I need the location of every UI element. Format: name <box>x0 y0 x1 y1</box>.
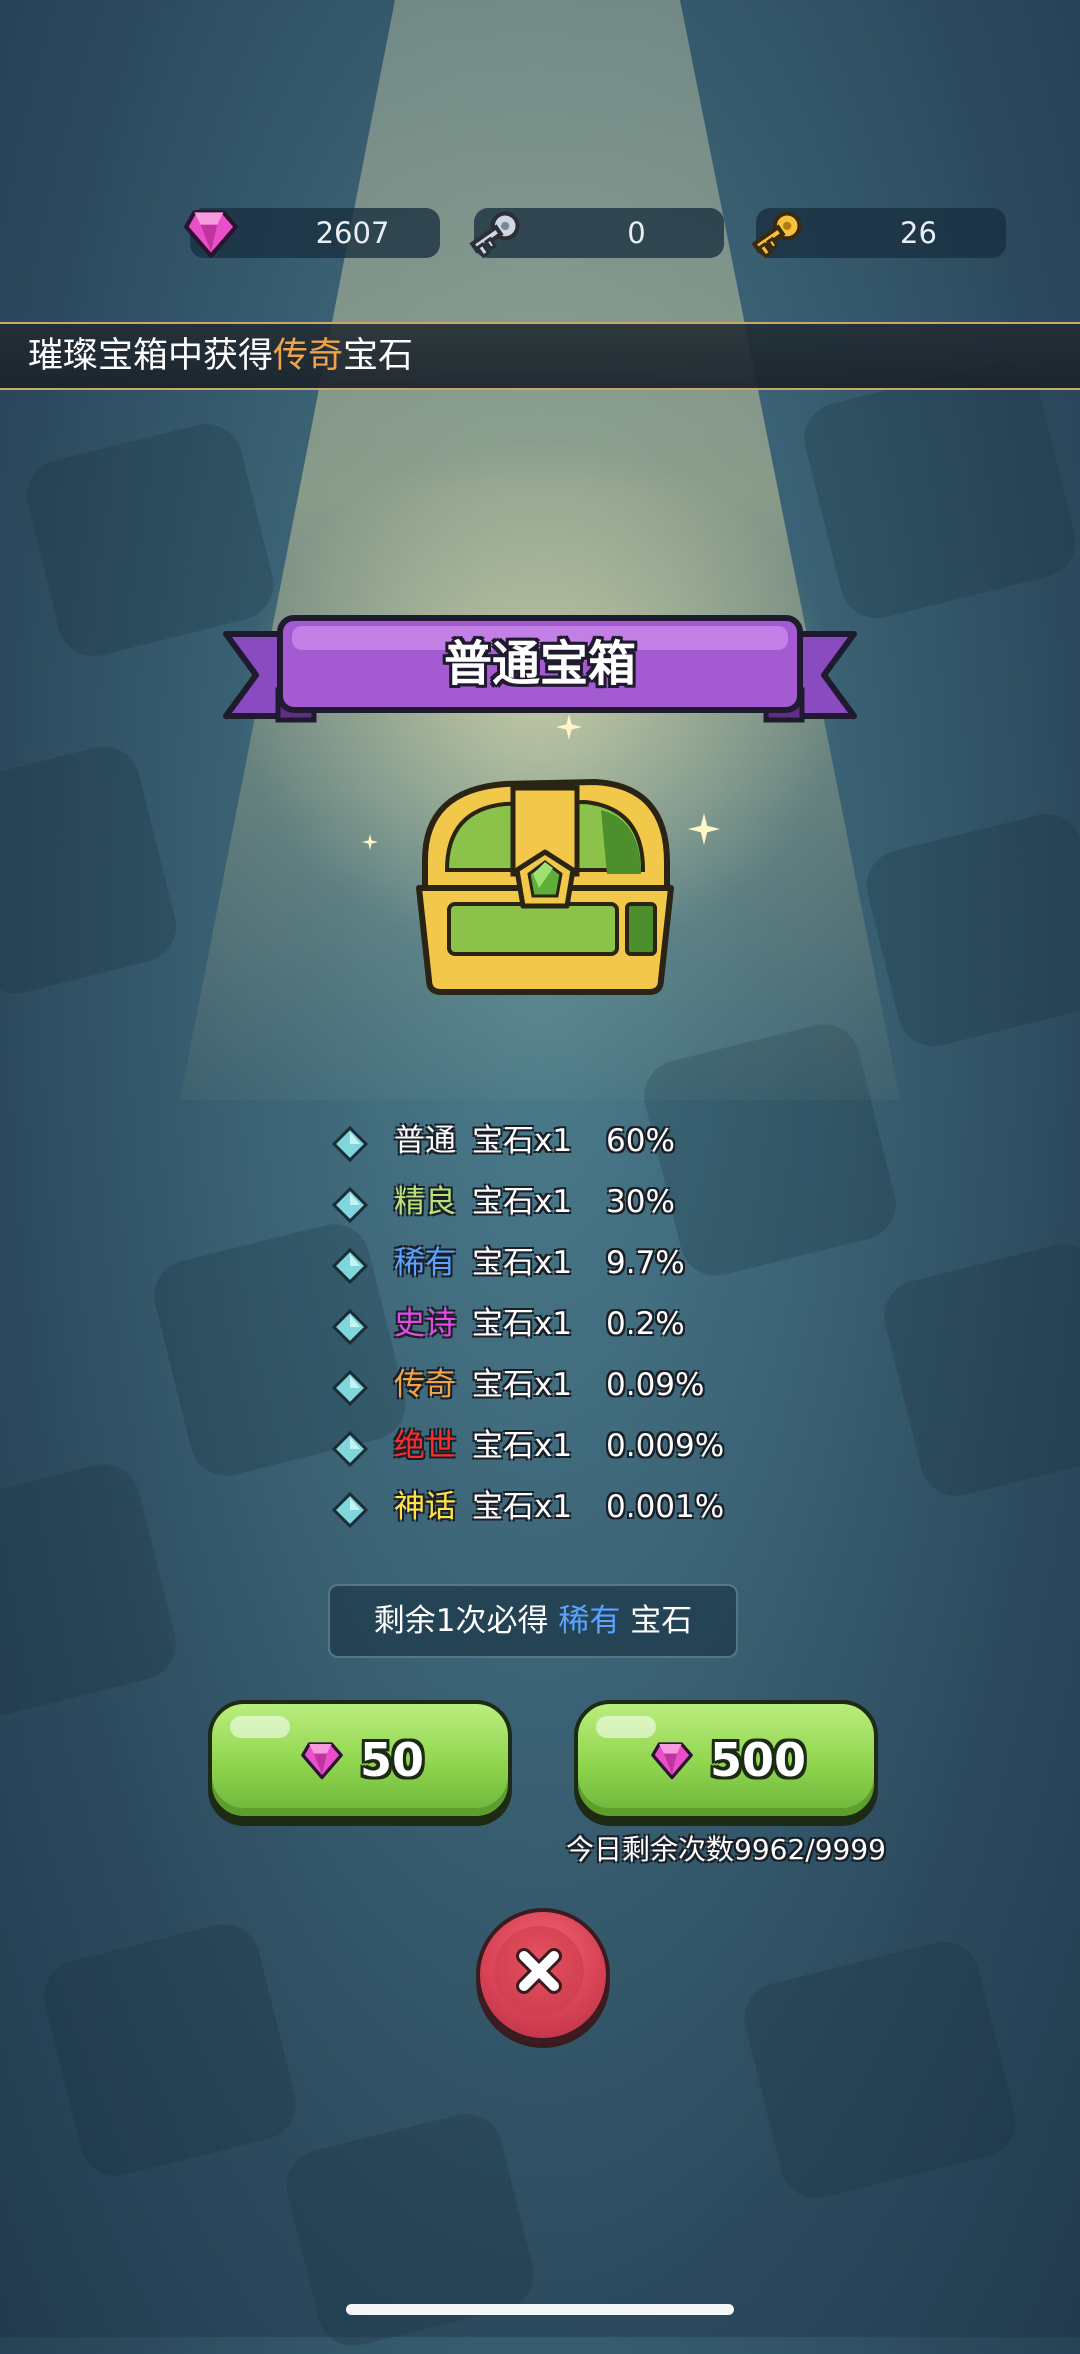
bg-tile <box>0 1456 184 1724</box>
button-highlight <box>230 1716 290 1738</box>
diamond-bullet-icon <box>332 1309 368 1345</box>
rarity-label: 稀有 <box>394 1245 456 1281</box>
bg-tile <box>876 1236 1080 1504</box>
daily-remaining-text: 今日剩余次数9962/9999 <box>566 1833 886 1866</box>
rarity-label: 绝世 <box>394 1428 456 1464</box>
pink-gem-icon <box>184 210 238 258</box>
reward-label: 宝石x1 <box>472 1428 573 1464</box>
announcement-highlight: 传奇 <box>273 336 344 376</box>
reward-label: 宝石x1 <box>472 1245 573 1281</box>
diamond-bullet-icon <box>332 1126 368 1162</box>
bg-tile <box>796 354 1080 626</box>
bg-tile <box>736 1934 1024 2206</box>
odds-row: 精良 宝石x1 30% <box>332 1175 812 1236</box>
probability-value: 0.09% <box>606 1367 705 1403</box>
diamond-bullet-icon <box>332 1431 368 1467</box>
odds-row: 传奇 宝石x1 0.09% <box>332 1358 812 1419</box>
pity-prefix: 剩余1次必得 <box>373 1603 549 1639</box>
odds-row: 神话 宝石x1 0.001% <box>332 1480 812 1541</box>
bg-tile <box>859 806 1080 1054</box>
rarity-label: 普通 <box>394 1123 456 1159</box>
silver-key-icon <box>469 211 520 259</box>
sparkle-icon <box>688 813 720 845</box>
pity-highlight: 稀有 <box>558 1603 621 1639</box>
announcement-text: 璀璨宝箱中获得传奇宝石 <box>28 324 413 388</box>
odds-row: 史诗 宝石x1 0.2% <box>332 1297 812 1358</box>
gold-key-count: 26 <box>900 216 937 250</box>
open-once-cost: 50 <box>360 1733 425 1787</box>
odds-row: 稀有 宝石x1 9.7% <box>332 1236 812 1297</box>
sparkle-icon <box>556 714 582 740</box>
gem-count: 2607 <box>315 216 390 250</box>
probability-value: 30% <box>606 1184 675 1220</box>
odds-row: 绝世 宝石x1 0.009% <box>332 1419 812 1480</box>
odds-list: 普通 宝石x1 60% 精良 宝石x1 30% 稀有 宝石x1 9.7% 史诗 … <box>332 1114 812 1541</box>
pity-counter: 剩余1次必得 稀有 宝石 <box>328 1584 738 1658</box>
close-button-face <box>494 1926 584 2016</box>
chest-title: 普通宝箱 <box>443 636 636 692</box>
probability-value: 0.001% <box>606 1489 725 1525</box>
diamond-bullet-icon <box>332 1370 368 1406</box>
reward-label: 宝石x1 <box>472 1489 573 1525</box>
bg-tile <box>0 739 184 1001</box>
bg-tile <box>279 2106 541 2354</box>
close-button[interactable] <box>476 1908 610 2042</box>
announcement-prefix: 璀璨宝箱中获得 <box>28 336 274 376</box>
silver-key-count: 0 <box>627 216 646 250</box>
button-highlight <box>596 1716 656 1738</box>
rarity-label: 史诗 <box>394 1306 456 1342</box>
gem-resource: 2607 <box>184 208 440 258</box>
pity-suffix: 宝石 <box>630 1603 693 1639</box>
rarity-label: 传奇 <box>394 1367 456 1403</box>
reward-label: 宝石x1 <box>472 1123 573 1159</box>
reward-label: 宝石x1 <box>472 1367 573 1403</box>
probability-value: 9.7% <box>606 1245 685 1281</box>
open-once-button[interactable]: 50 <box>208 1700 512 1820</box>
close-icon <box>516 1948 562 1994</box>
sparkle-icon <box>362 834 378 850</box>
gold-key-icon <box>751 211 802 259</box>
announcement-suffix: 宝石 <box>343 336 414 376</box>
treasure-chest-icon <box>416 779 674 995</box>
gold-key-resource: 26 <box>751 208 1006 259</box>
diamond-bullet-icon <box>332 1248 368 1284</box>
rarity-label: 神话 <box>394 1489 456 1525</box>
probability-value: 0.009% <box>606 1428 725 1464</box>
odds-row: 普通 宝石x1 60% <box>332 1114 812 1175</box>
pink-gem-icon <box>651 1742 693 1780</box>
diamond-bullet-icon <box>332 1492 368 1528</box>
reward-label: 宝石x1 <box>472 1184 573 1220</box>
probability-value: 60% <box>606 1123 675 1159</box>
announcement-banner: 璀璨宝箱中获得传奇宝石 <box>0 322 1080 390</box>
rarity-label: 精良 <box>394 1184 456 1220</box>
diamond-bullet-icon <box>332 1187 368 1223</box>
open-ten-button[interactable]: 500 <box>574 1700 878 1820</box>
home-indicator[interactable] <box>346 2304 734 2315</box>
reward-label: 宝石x1 <box>472 1306 573 1342</box>
probability-value: 0.2% <box>606 1306 685 1342</box>
silver-key-resource: 0 <box>469 208 724 259</box>
open-ten-cost: 500 <box>710 1733 807 1787</box>
bg-tile <box>36 1916 304 2184</box>
pink-gem-icon <box>301 1742 343 1780</box>
